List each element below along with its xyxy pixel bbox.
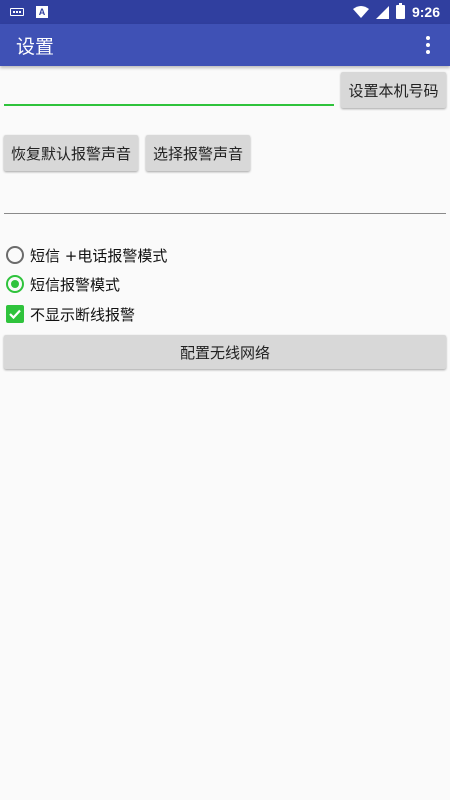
keyboard-icon — [10, 8, 24, 16]
sound-path-input[interactable] — [4, 183, 446, 214]
sms-call-mode-label: 短信 +电话报警模式 — [30, 246, 168, 265]
radio-checked-icon[interactable] — [6, 275, 24, 293]
overflow-menu-icon[interactable] — [416, 30, 440, 60]
no-disconnect-alarm-checkbox[interactable]: 不显示断线报警 — [6, 302, 135, 326]
status-time: 9:26 — [411, 4, 440, 20]
no-disconnect-alarm-label: 不显示断线报警 — [30, 305, 136, 324]
configure-wifi-button[interactable]: 配置无线网络 — [4, 335, 446, 369]
restore-default-sound-button[interactable]: 恢复默认报警声音 — [4, 135, 138, 171]
sms-mode-label: 短信报警模式 — [30, 275, 121, 294]
checkbox-checked-icon[interactable] — [6, 305, 24, 323]
sms-mode-radio[interactable]: 短信报警模式 — [6, 272, 120, 296]
a-notification-icon: A — [36, 6, 48, 18]
app-bar: 设置 — [0, 24, 450, 66]
battery-icon — [395, 3, 405, 19]
cell-signal-icon — [375, 5, 389, 19]
radio-unchecked-icon[interactable] — [6, 246, 24, 264]
status-bar: A 9:26 — [0, 0, 450, 24]
select-alarm-sound-button[interactable]: 选择报警声音 — [146, 135, 250, 171]
set-phone-number-button[interactable]: 设置本机号码 — [341, 72, 446, 108]
sms-call-mode-radio[interactable]: 短信 +电话报警模式 — [6, 243, 167, 267]
wifi-icon — [352, 5, 369, 18]
page-title: 设置 — [16, 35, 55, 58]
phone-number-input[interactable] — [4, 70, 334, 106]
